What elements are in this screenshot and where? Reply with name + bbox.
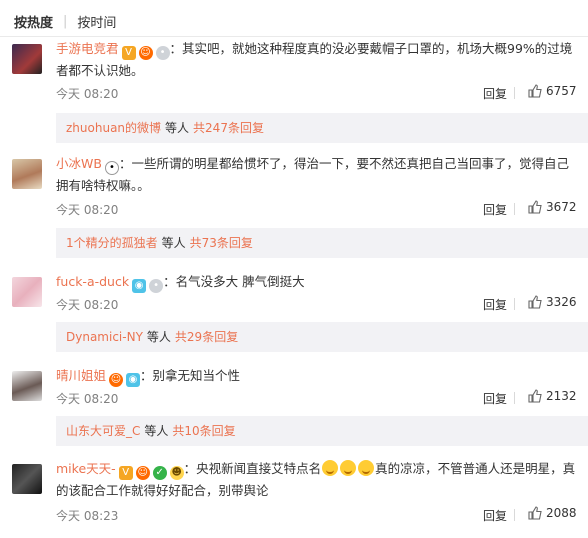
comment-time: 今天 08:20 bbox=[56, 87, 119, 101]
comment-time: 今天 08:20 bbox=[56, 203, 119, 217]
like-count: 6757 bbox=[546, 84, 577, 98]
reply-button[interactable]: 回复 bbox=[483, 390, 507, 407]
sub-reply-text: 等人 bbox=[144, 424, 169, 438]
member-badge-icon: ☺ bbox=[135, 466, 150, 480]
like-count: 2088 bbox=[546, 506, 577, 520]
camera-badge-icon: ◉ bbox=[126, 373, 141, 387]
like-button[interactable]: 3326 bbox=[528, 295, 577, 309]
like-button[interactable]: 3672 bbox=[528, 200, 577, 214]
sub-reply-text: 等人 bbox=[146, 330, 171, 344]
sub-reply-user[interactable]: 1个精分的孤独者 bbox=[66, 236, 158, 250]
like-count: 3326 bbox=[546, 295, 577, 309]
tab-separator: | bbox=[63, 13, 68, 29]
comment-content: ：名气没多大 脾气倒挺大 bbox=[163, 274, 305, 289]
laughing-emoji-icon bbox=[322, 460, 339, 476]
sub-reply-count[interactable]: 共247条回复 bbox=[193, 121, 264, 135]
thumbs-up-icon bbox=[528, 84, 542, 98]
sub-reply-count[interactable]: 共29条回复 bbox=[175, 330, 238, 344]
sub-replies-bar[interactable]: Dynamici-NY 等人 共29条回复 bbox=[56, 322, 588, 352]
comment-item: fuck-a-duck ◉ • ：名气没多大 脾气倒挺大 今天 08:20 回复 33… bbox=[0, 269, 588, 363]
avatar[interactable] bbox=[12, 464, 42, 494]
comment-content: ：别拿无知当个性 bbox=[140, 368, 241, 383]
comment-text-block: mike天天- V ☺ ✓ ☻ ：央视新闻直接艾特点名 真的凉凉，不管普通人还是明星，真的该… bbox=[56, 458, 576, 502]
action-divider bbox=[514, 87, 515, 99]
sort-tabs: 按热度 | 按时间 bbox=[14, 10, 116, 32]
like-count: 2132 bbox=[546, 389, 577, 403]
sub-reply-text: 等人 bbox=[165, 121, 190, 135]
username-link[interactable]: mike天天- bbox=[56, 461, 116, 476]
sub-reply-user[interactable]: zhuohuan的微博 bbox=[66, 121, 161, 135]
avatar[interactable] bbox=[12, 277, 42, 307]
like-count: 3672 bbox=[546, 200, 577, 214]
action-divider bbox=[514, 392, 515, 404]
thumbs-up-icon bbox=[528, 200, 542, 214]
username-link[interactable]: 小冰WB bbox=[56, 156, 102, 171]
comment-item: 小冰WB • ：一些所谓的明星都给惯坏了，得治一下，要不然还真把自己当回事了，觉得自… bbox=[0, 151, 588, 269]
username-link[interactable]: fuck-a-duck bbox=[56, 274, 129, 289]
action-divider bbox=[514, 298, 515, 310]
avatar[interactable] bbox=[12, 44, 42, 74]
sub-replies-bar[interactable]: 1个精分的孤独者 等人 共73条回复 bbox=[56, 228, 588, 258]
laughing-emoji-icon bbox=[340, 460, 357, 476]
medal-icon: • bbox=[149, 279, 164, 293]
comment-item: 晴川姐姐 ☺ ◉ ：别拿无知当个性 今天 08:20 回复 2132 山东大可爱_C 等… bbox=[0, 363, 588, 456]
comment-item: mike天天- V ☺ ✓ ☻ ：央视新闻直接艾特点名 真的凉凉，不管普通人还是明星，真的该… bbox=[0, 456, 588, 538]
sub-reply-count[interactable]: 共73条回复 bbox=[190, 236, 253, 250]
reply-button[interactable]: 回复 bbox=[483, 507, 507, 524]
reply-button[interactable]: 回复 bbox=[483, 296, 507, 313]
camera-badge-icon: ◉ bbox=[132, 279, 147, 293]
action-divider bbox=[514, 509, 515, 521]
sub-replies-bar[interactable]: 山东大可爱_C 等人 共10条回复 bbox=[56, 416, 588, 446]
panda-badge-icon: • bbox=[104, 161, 119, 175]
username-link[interactable]: 晴川姐姐 bbox=[56, 368, 106, 383]
sub-reply-text: 等人 bbox=[161, 236, 186, 250]
like-button[interactable]: 6757 bbox=[528, 84, 577, 98]
tab-sort-by-hot[interactable]: 按热度 bbox=[14, 12, 53, 31]
sub-replies-bar[interactable]: zhuohuan的微博 等人 共247条回复 bbox=[56, 113, 588, 143]
like-button[interactable]: 2088 bbox=[528, 506, 577, 520]
verified-badge-icon: V bbox=[118, 466, 133, 480]
member-badge-icon: ☺ bbox=[138, 46, 153, 60]
sunglasses-emoji-icon: ☻ bbox=[169, 466, 184, 480]
member-badge-icon: ☺ bbox=[109, 373, 124, 387]
sub-reply-user[interactable]: 山东大可爱_C bbox=[66, 424, 140, 438]
comment-text-block: 晴川姐姐 ☺ ◉ ：别拿无知当个性 bbox=[56, 365, 576, 387]
like-button[interactable]: 2132 bbox=[528, 389, 577, 403]
thumbs-up-icon bbox=[528, 506, 542, 520]
reply-button[interactable]: 回复 bbox=[483, 85, 507, 102]
avatar[interactable] bbox=[12, 159, 42, 189]
laughing-emoji-icon bbox=[358, 460, 375, 476]
comment-time: 今天 08:23 bbox=[56, 509, 119, 523]
thumbs-up-icon bbox=[528, 389, 542, 403]
comment-text-block: fuck-a-duck ◉ • ：名气没多大 脾气倒挺大 bbox=[56, 271, 576, 293]
comment-content-part1: ：央视新闻直接艾特点名 bbox=[183, 461, 322, 476]
thumbs-up-icon bbox=[528, 295, 542, 309]
comment-text-block: 小冰WB • ：一些所谓的明星都给惯坏了，得治一下，要不然还真把自己当回事了，觉得自… bbox=[56, 153, 576, 197]
comment-text-block: 手游电竞君 V ☺ • ：其实吧，就她这种程度真的没必要戴帽子口罩的，机场大概99%的过… bbox=[56, 38, 576, 82]
verified-badge-icon: V bbox=[121, 46, 136, 60]
action-divider bbox=[514, 203, 515, 215]
green-badge-icon: ✓ bbox=[152, 466, 167, 480]
username-link[interactable]: 手游电竞君 bbox=[56, 41, 119, 56]
avatar[interactable] bbox=[12, 371, 42, 401]
comment-time: 今天 08:20 bbox=[56, 392, 119, 406]
comment-item: 手游电竞君 V ☺ • ：其实吧，就她这种程度真的没必要戴帽子口罩的，机场大概99%的过… bbox=[0, 36, 588, 151]
comment-content: ：一些所谓的明星都给惯坏了，得治一下，要不然还真把自己当回事了，觉得自己拥有啥特… bbox=[56, 156, 569, 193]
tab-sort-by-time[interactable]: 按时间 bbox=[77, 12, 116, 31]
sub-reply-user[interactable]: Dynamici-NY bbox=[66, 330, 143, 344]
comment-time: 今天 08:20 bbox=[56, 298, 119, 312]
medal-icon: • bbox=[155, 46, 170, 60]
sub-reply-count[interactable]: 共10条回复 bbox=[172, 424, 235, 438]
reply-button[interactable]: 回复 bbox=[483, 201, 507, 218]
